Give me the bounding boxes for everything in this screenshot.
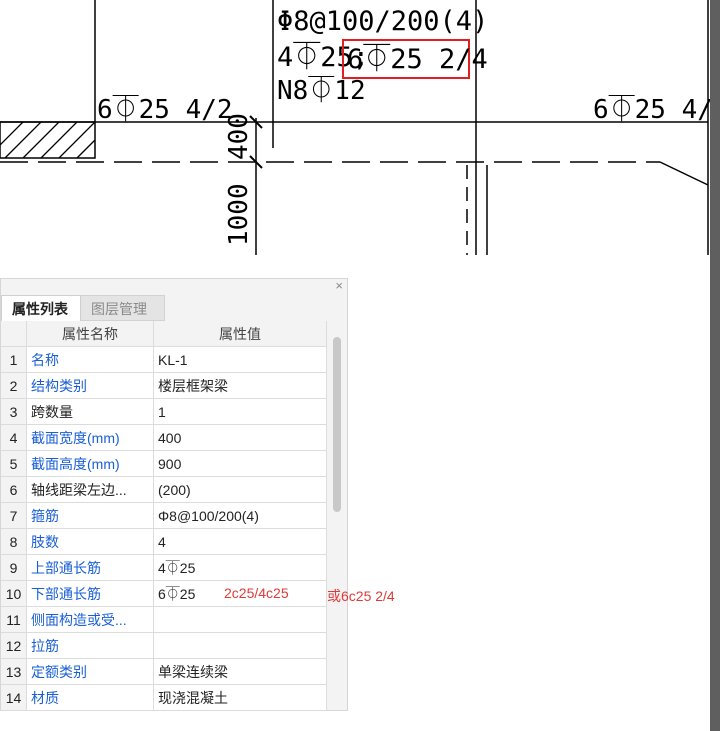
row-number: 3 xyxy=(1,399,27,425)
hatched-wall xyxy=(0,121,96,159)
property-name: 箍筋 xyxy=(27,503,154,529)
table-row[interactable]: 5 截面高度(mm) 900 xyxy=(1,451,327,477)
header-num xyxy=(1,321,27,347)
panel-scrollbar[interactable] xyxy=(331,337,343,512)
property-name: 跨数量 xyxy=(27,399,154,425)
table-row[interactable]: 1 名称 KL-1 xyxy=(1,347,327,373)
annotation-note-1: 2c25/4c25 xyxy=(224,585,289,601)
table-row[interactable]: 9 上部通长筋 4⏁25 xyxy=(1,555,327,581)
row-number: 13 xyxy=(1,659,27,685)
annotation-note-2: 或6c25 2/4 xyxy=(327,588,395,604)
property-value[interactable]: 楼层框架梁 xyxy=(154,373,327,399)
row-number: 10 xyxy=(1,581,27,607)
row-number: 9 xyxy=(1,555,27,581)
row-number: 7 xyxy=(1,503,27,529)
property-value[interactable]: 900 xyxy=(154,451,327,477)
tab-property-list[interactable]: 属性列表 xyxy=(1,295,81,321)
property-name: 结构类别 xyxy=(27,373,154,399)
table-row[interactable]: 14 材质 现浇混凝土 xyxy=(1,685,327,711)
right-scroll-strip[interactable] xyxy=(710,0,720,731)
table-row[interactable]: 3 跨数量 1 xyxy=(1,399,327,425)
property-name: 下部通长筋 xyxy=(27,581,154,607)
scroll-thumb[interactable] xyxy=(333,337,341,512)
property-value[interactable]: 400 xyxy=(154,425,327,451)
header-name: 属性名称 xyxy=(27,321,154,347)
row-number: 5 xyxy=(1,451,27,477)
property-name: 肢数 xyxy=(27,529,154,555)
header-value: 属性值 xyxy=(154,321,327,347)
property-value[interactable]: 4⏁25 xyxy=(154,555,327,581)
property-value[interactable]: (200) xyxy=(154,477,327,503)
property-name: 定额类别 xyxy=(27,659,154,685)
cad-drawing-canvas[interactable]: Φ8@100/200(4) 4⏁25; 6⏁25 2/4 N8⏁12 6⏁25 … xyxy=(0,0,710,255)
property-value[interactable]: 1 xyxy=(154,399,327,425)
property-value[interactable] xyxy=(154,607,327,633)
table-row[interactable]: 8 肢数 4 xyxy=(1,529,327,555)
dimension-1000-text: 1000 xyxy=(224,183,254,246)
close-icon[interactable]: × xyxy=(335,279,343,293)
left-support-rebar-text: 6⏁25 4/2 xyxy=(97,94,233,125)
property-value[interactable] xyxy=(154,633,327,659)
tab-layer-management[interactable]: 图层管理 xyxy=(81,295,165,321)
table-row[interactable]: 4 截面宽度(mm) 400 xyxy=(1,425,327,451)
table-row[interactable]: 12 拉筋 xyxy=(1,633,327,659)
right-support-rebar-text: 6⏁25 4/2 xyxy=(593,94,710,125)
stirrup-text: Φ8@100/200(4) xyxy=(277,6,488,37)
side-rebar-text: N8⏁12 xyxy=(277,75,366,106)
beam-end-line xyxy=(659,161,709,186)
row-number: 6 xyxy=(1,477,27,503)
property-name: 轴线距梁左边... xyxy=(27,477,154,503)
property-panel: × 属性列表 图层管理 属性名称 属性值 1 名称 KL-1 2 结构类别 楼层框架梁 3 跨… xyxy=(0,278,348,711)
boxed-rebar-text: 6⏁25 2/4 xyxy=(347,43,488,75)
property-name: 截面高度(mm) xyxy=(27,451,154,477)
table-row[interactable]: 7 箍筋 Φ8@100/200(4) xyxy=(1,503,327,529)
row-number: 11 xyxy=(1,607,27,633)
property-name: 截面宽度(mm) xyxy=(27,425,154,451)
property-name: 上部通长筋 xyxy=(27,555,154,581)
table-row[interactable]: 2 结构类别 楼层框架梁 xyxy=(1,373,327,399)
property-value[interactable]: 4 xyxy=(154,529,327,555)
row-number: 8 xyxy=(1,529,27,555)
row-number: 2 xyxy=(1,373,27,399)
row-number: 1 xyxy=(1,347,27,373)
row-number: 14 xyxy=(1,685,27,711)
table-row[interactable]: 6 轴线距梁左边... (200) xyxy=(1,477,327,503)
property-value[interactable]: Φ8@100/200(4) xyxy=(154,503,327,529)
table-header: 属性名称 属性值 xyxy=(1,321,327,347)
dimension-400-text: 400 xyxy=(224,113,254,160)
panel-tabs: 属性列表 图层管理 xyxy=(1,295,347,321)
row-number: 12 xyxy=(1,633,27,659)
property-name: 拉筋 xyxy=(27,633,154,659)
property-name: 名称 xyxy=(27,347,154,373)
table-row[interactable]: 13 定额类别 单梁连续梁 xyxy=(1,659,327,685)
row-number: 4 xyxy=(1,425,27,451)
property-name: 侧面构造或受... xyxy=(27,607,154,633)
property-value[interactable]: KL-1 xyxy=(154,347,327,373)
property-value[interactable]: 现浇混凝土 xyxy=(154,685,327,711)
property-name: 材质 xyxy=(27,685,154,711)
property-value[interactable]: 单梁连续梁 xyxy=(154,659,327,685)
table-row[interactable]: 11 侧面构造或受... xyxy=(1,607,327,633)
